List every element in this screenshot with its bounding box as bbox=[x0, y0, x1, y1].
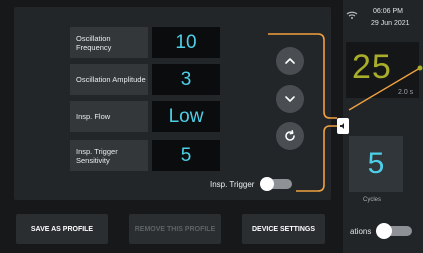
orange-bracket-connector bbox=[268, 33, 423, 192]
speaker-icon bbox=[340, 123, 344, 129]
collapse-tab[interactable] bbox=[337, 118, 349, 134]
